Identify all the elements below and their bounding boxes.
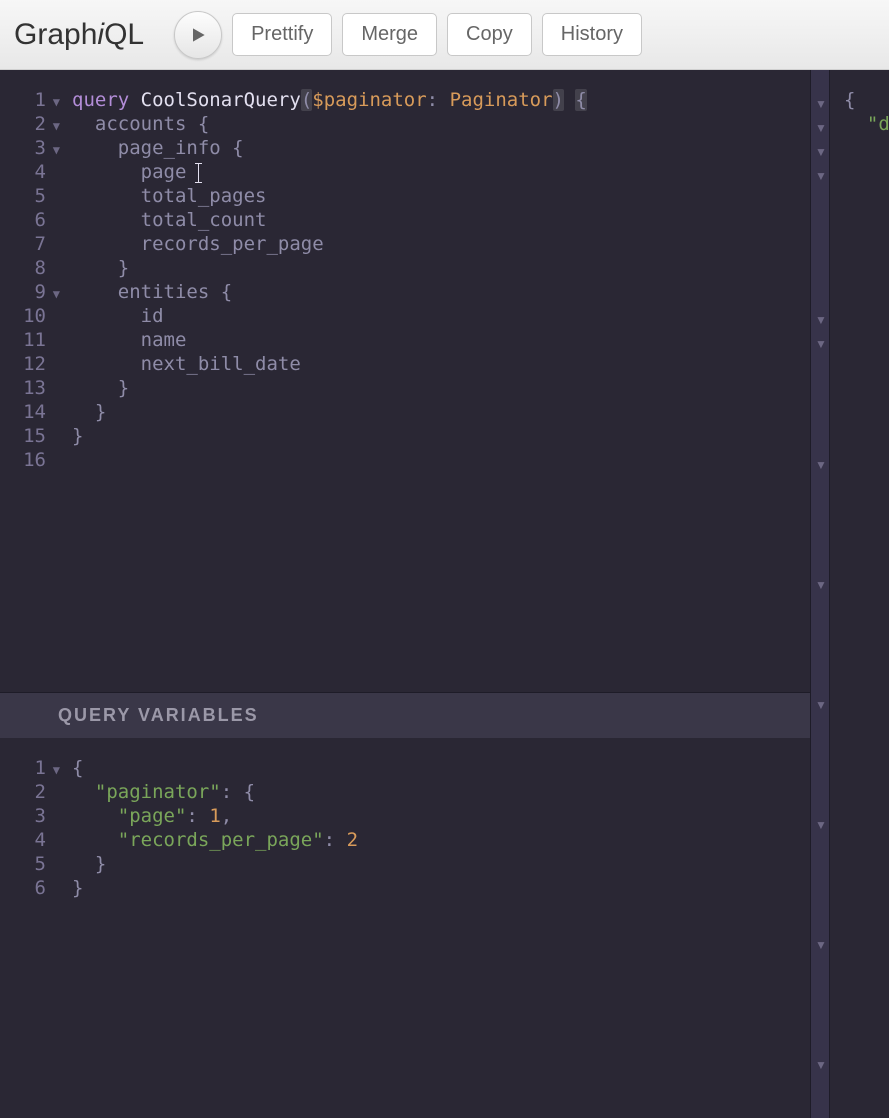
- fold-arrow-icon[interactable]: ▼: [815, 337, 827, 351]
- fold-arrow-icon[interactable]: ▼: [815, 145, 827, 159]
- fold-arrow-icon[interactable]: ▼: [53, 282, 60, 306]
- fold-arrow-icon[interactable]: ▼: [815, 169, 827, 183]
- left-panel: 1▼2▼3▼456789▼10111213141516 query CoolSo…: [0, 70, 810, 1118]
- fold-arrow-icon[interactable]: ▼: [815, 1058, 827, 1072]
- fold-arrow-icon[interactable]: ▼: [53, 90, 60, 114]
- fold-arrow-icon[interactable]: ▼: [815, 578, 827, 592]
- copy-button[interactable]: Copy: [447, 13, 532, 56]
- fold-arrow-icon[interactable]: ▼: [815, 698, 827, 712]
- execute-button[interactable]: [174, 11, 222, 59]
- query-gutter: 1▼2▼3▼456789▼10111213141516: [0, 88, 52, 692]
- fold-arrow-icon[interactable]: ▼: [53, 138, 60, 162]
- query-code[interactable]: query CoolSonarQuery($paginator: Paginat…: [52, 88, 810, 692]
- prettify-button[interactable]: Prettify: [232, 13, 332, 56]
- logo: GraphiQL: [14, 18, 144, 52]
- result-panel: { "da: [830, 70, 889, 1118]
- fold-arrow-icon[interactable]: ▼: [53, 758, 60, 782]
- merge-button[interactable]: Merge: [342, 13, 437, 56]
- history-button[interactable]: History: [542, 13, 642, 56]
- variables-editor[interactable]: 1▼23456 { "paginator": { "page": 1, "rec…: [0, 738, 810, 1118]
- fold-arrow-icon[interactable]: ▼: [815, 818, 827, 832]
- fold-arrow-icon[interactable]: ▼: [815, 458, 827, 472]
- result-fold-gutter: ▼ ▼ ▼ ▼ ▼ ▼ ▼ ▼ ▼ ▼ ▼ ▼: [810, 70, 830, 1118]
- play-icon: [188, 25, 208, 45]
- toolbar: GraphiQL Prettify Merge Copy History: [0, 0, 889, 70]
- fold-arrow-icon[interactable]: ▼: [815, 313, 827, 327]
- fold-arrow-icon[interactable]: ▼: [815, 121, 827, 135]
- variables-header[interactable]: QUERY VARIABLES: [0, 692, 810, 738]
- fold-arrow-icon[interactable]: ▼: [815, 938, 827, 952]
- variables-code[interactable]: { "paginator": { "page": 1, "records_per…: [52, 756, 810, 1118]
- editor-container: 1▼2▼3▼456789▼10111213141516 query CoolSo…: [0, 70, 889, 1118]
- fold-arrow-icon[interactable]: ▼: [815, 97, 827, 111]
- fold-arrow-icon[interactable]: ▼: [53, 114, 60, 138]
- query-editor[interactable]: 1▼2▼3▼456789▼10111213141516 query CoolSo…: [0, 70, 810, 692]
- variables-gutter: 1▼23456: [0, 756, 52, 1118]
